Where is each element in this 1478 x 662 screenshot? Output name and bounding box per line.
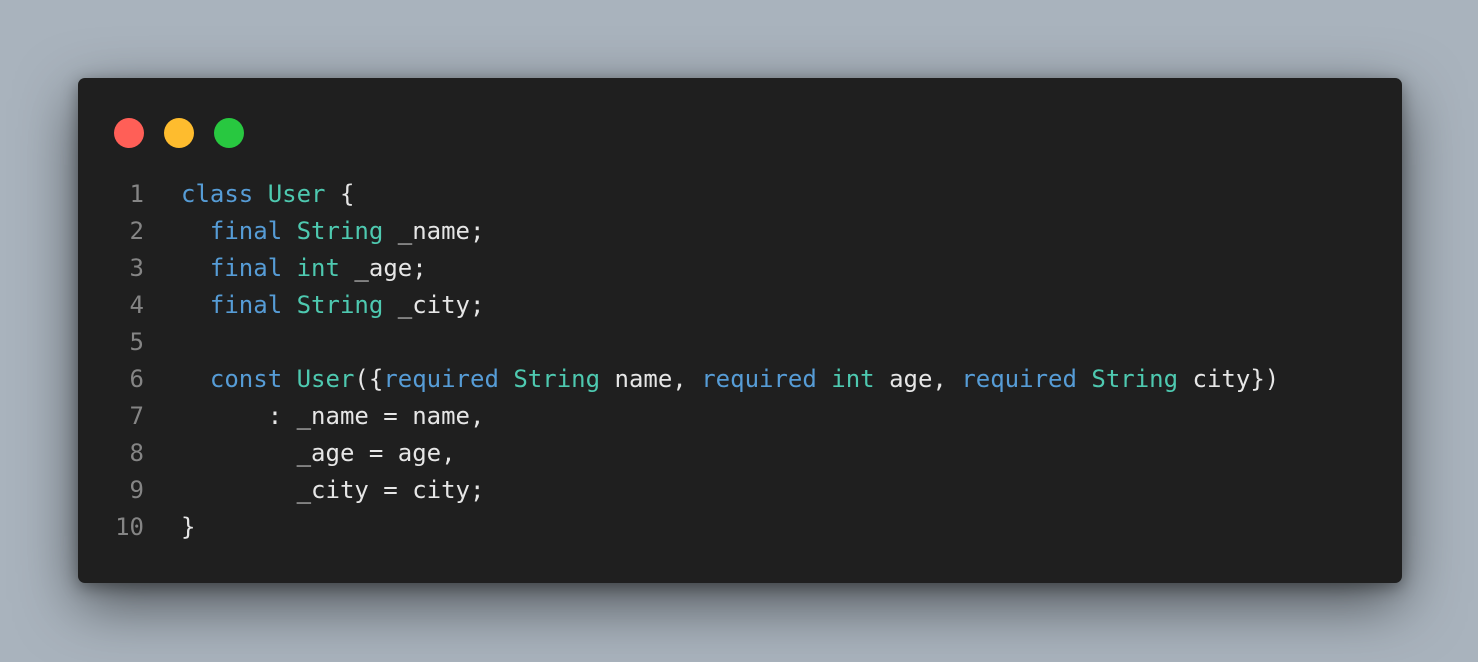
type-token: String bbox=[1091, 365, 1179, 393]
keyword-token: required bbox=[383, 365, 499, 393]
type-token: int bbox=[831, 365, 875, 393]
line-content: : _name = name, bbox=[181, 398, 485, 435]
line-number: 4 bbox=[129, 291, 144, 319]
type-token: String bbox=[513, 365, 601, 393]
line-number: 7 bbox=[129, 402, 144, 430]
plain-token: : _name = name, bbox=[181, 402, 485, 430]
type-token: User bbox=[296, 365, 355, 393]
line-content: _city = city; bbox=[181, 472, 485, 509]
plain-token: ({ bbox=[354, 365, 384, 393]
line-number: 2 bbox=[129, 217, 144, 245]
type-token: int bbox=[296, 254, 340, 282]
line-number: 10 bbox=[115, 513, 144, 541]
code-block: 1 class User {2 final String _name; 3 fina… bbox=[78, 176, 1279, 546]
zoom-dot[interactable] bbox=[214, 118, 244, 148]
keyword-token: required bbox=[961, 365, 1077, 393]
code-line: 1 class User { bbox=[78, 176, 1279, 213]
type-token: String bbox=[296, 291, 384, 319]
plain-token: _age; bbox=[339, 254, 427, 282]
keyword-token: final bbox=[209, 291, 283, 319]
line-number: 1 bbox=[129, 180, 144, 208]
type-token: User bbox=[267, 180, 326, 208]
plain-token: _city = city; bbox=[181, 476, 485, 504]
minimize-dot[interactable] bbox=[164, 118, 194, 148]
plain-token: _age = age, bbox=[181, 439, 456, 467]
code-window: 1 class User {2 final String _name; 3 fina… bbox=[78, 78, 1402, 583]
window-controls bbox=[114, 118, 244, 148]
plain-token: name, bbox=[600, 365, 702, 393]
line-content: class User { bbox=[181, 176, 354, 213]
keyword-token: class bbox=[181, 180, 254, 208]
plain-token: } bbox=[181, 513, 196, 541]
code-line: 8 _age = age, bbox=[78, 435, 1279, 472]
keyword-token: required bbox=[701, 365, 817, 393]
line-content: final String _name; bbox=[181, 213, 485, 250]
line-content: } bbox=[181, 509, 195, 546]
line-number: 5 bbox=[129, 328, 144, 356]
plain-token: age, bbox=[874, 365, 962, 393]
type-token: String bbox=[296, 217, 384, 245]
line-number: 3 bbox=[129, 254, 144, 282]
code-line: 10} bbox=[78, 509, 1279, 546]
line-number: 9 bbox=[129, 476, 144, 504]
keyword-token: const bbox=[209, 365, 283, 393]
line-content: final String _city; bbox=[181, 287, 485, 324]
code-line: 4 final String _city; bbox=[78, 287, 1279, 324]
line-content: const User({required String name, requir… bbox=[181, 361, 1279, 398]
keyword-token: final bbox=[209, 254, 283, 282]
line-content: final int _age; bbox=[181, 250, 427, 287]
keyword-token: final bbox=[209, 217, 283, 245]
code-line: 5 bbox=[78, 324, 1279, 361]
plain-token: { bbox=[325, 180, 355, 208]
code-line: 9 _city = city; bbox=[78, 472, 1279, 509]
code-line: 2 final String _name; bbox=[78, 213, 1279, 250]
line-content: _age = age, bbox=[181, 435, 456, 472]
plain-token: city}) bbox=[1178, 365, 1280, 393]
line-number: 6 bbox=[129, 365, 144, 393]
close-dot[interactable] bbox=[114, 118, 144, 148]
code-line: 6 const User({required String name, requ… bbox=[78, 361, 1280, 398]
code-line: 3 final int _age; bbox=[78, 250, 1279, 287]
code-line: 7 : _name = name, bbox=[78, 398, 1279, 435]
plain-token: _name; bbox=[383, 217, 485, 245]
line-number: 8 bbox=[129, 439, 144, 467]
plain-token: _city; bbox=[383, 291, 485, 319]
